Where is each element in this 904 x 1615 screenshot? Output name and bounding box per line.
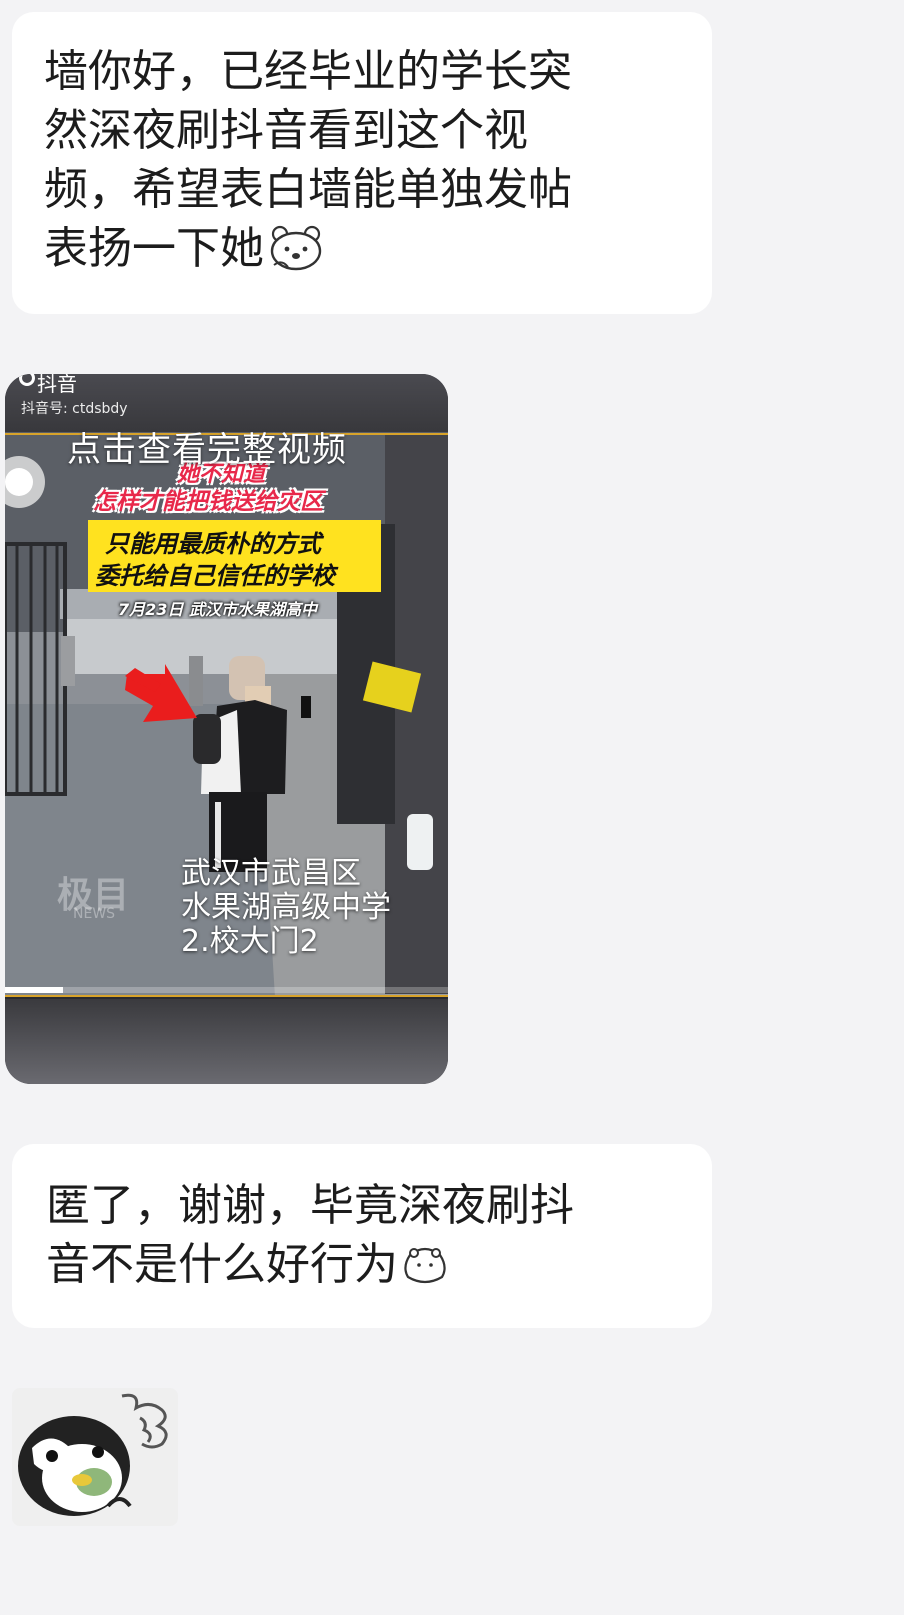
penguin-eating-sticker-icon[interactable] [12,1388,178,1526]
caption-yellow-line-1: 只能用最质朴的方式 [105,530,321,558]
video-progress-bar[interactable] [5,987,63,993]
douyin-account-id: 抖音号: ctdsbdy [21,401,128,417]
douyin-video-card[interactable]: 抖音 抖音号: ctdsbdy 她不知道 怎样才能把钱送给灾区 只能用最质朴的方… [5,374,448,1084]
bun-face-emoji-icon [402,1243,448,1302]
caption-date: 7月23日 武汉市水果湖高中 [118,600,317,619]
message-line: 频，希望表白墙能单独发帖 [44,164,572,215]
caption-red-line-2: 怎样才能把钱送给灾区 [93,489,323,515]
location-line-3: 2.校大门2 [181,924,319,959]
message-line: 音不是什么好行为 [46,1239,398,1290]
message-line: 墙你好，已经毕业的学长突 [44,46,572,97]
message-line: 匿了，谢谢，毕竟深夜刷抖 [46,1180,574,1231]
caption-yellow-line-2: 委托给自己信任的学校 [95,562,335,590]
bear-emoji-icon [268,225,324,286]
app-name: 抖音 [37,374,77,396]
message-bubble[interactable]: 墙你好，已经毕业的学长突 然深夜刷抖音看到这个视 频，希望表白墙能单独发帖 表扬… [12,12,712,314]
message-bubble[interactable]: 匿了，谢谢，毕竟深夜刷抖 音不是什么好行为 [12,1144,712,1328]
watermark-sub: NEWS [73,906,116,922]
message-line: 表扬一下她 [44,223,264,274]
watch-full-video-link[interactable]: 点击查看完整视频 [67,422,347,471]
message-line: 然深夜刷抖音看到这个视 [44,105,528,156]
